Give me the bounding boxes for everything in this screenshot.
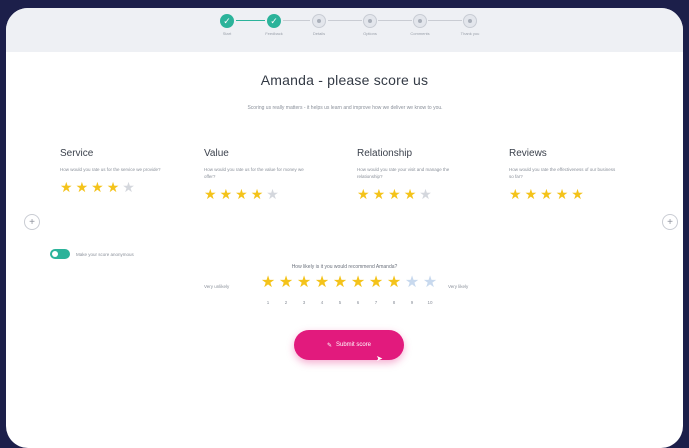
nps-star-icon[interactable]: ★ bbox=[314, 274, 330, 292]
nps-number: 2 bbox=[284, 300, 288, 305]
category-description: How would you rate your visit and manage… bbox=[357, 167, 450, 179]
category-service: Service How would you rate us for the se… bbox=[60, 148, 170, 194]
star-icon[interactable]: ★ bbox=[122, 180, 135, 194]
step-dot-icon bbox=[463, 14, 477, 28]
nps-star-icon[interactable]: ★ bbox=[404, 274, 420, 292]
star-icon[interactable]: ★ bbox=[91, 180, 104, 194]
progress-stepper: ✓ Start ✓ Feedback Details Options Comme… bbox=[6, 8, 683, 52]
nps-star-icon[interactable]: ★ bbox=[260, 274, 276, 292]
category-description: How would you rate us for the value for … bbox=[204, 167, 304, 179]
star-rating[interactable]: ★ ★ ★ ★ ★ bbox=[204, 187, 314, 201]
step-thank-you[interactable]: Thank you bbox=[440, 14, 500, 36]
nps-number: 1 bbox=[266, 300, 270, 305]
nps-star-icon[interactable]: ★ bbox=[296, 274, 312, 292]
category-description: How would you rate the effectiveness of … bbox=[509, 167, 616, 179]
star-icon[interactable]: ★ bbox=[107, 180, 120, 194]
category-title: Reviews bbox=[509, 148, 547, 159]
check-icon: ✓ bbox=[267, 14, 281, 28]
nps-number: 10 bbox=[427, 300, 433, 305]
submit-label: Submit score bbox=[336, 342, 372, 348]
nps-star-icon[interactable]: ★ bbox=[386, 274, 402, 292]
star-icon[interactable]: ★ bbox=[251, 187, 264, 201]
nps-low-label: Very unlikely bbox=[204, 284, 230, 289]
category-title: Relationship bbox=[357, 148, 413, 159]
step-dot-icon bbox=[413, 14, 427, 28]
star-icon[interactable]: ★ bbox=[540, 187, 553, 201]
pencil-icon: ✎ bbox=[326, 342, 332, 349]
nps-number: 7 bbox=[374, 300, 378, 305]
star-icon[interactable]: ★ bbox=[204, 187, 217, 201]
chevron-right-icon: + bbox=[667, 216, 673, 228]
star-icon[interactable]: ★ bbox=[60, 180, 73, 194]
nps-star-icon[interactable]: ★ bbox=[332, 274, 348, 292]
carousel-prev-button[interactable]: + bbox=[24, 214, 40, 230]
category-reviews: Reviews How would you rate the effective… bbox=[509, 148, 619, 201]
carousel-next-button[interactable]: + bbox=[662, 214, 678, 230]
nps-star-rating[interactable]: ★ ★ ★ ★ ★ ★ ★ ★ ★ ★ bbox=[260, 274, 438, 292]
nps-number: 3 bbox=[302, 300, 306, 305]
star-icon[interactable]: ★ bbox=[235, 187, 248, 201]
star-rating[interactable]: ★ ★ ★ ★ ★ bbox=[357, 187, 467, 201]
star-icon[interactable]: ★ bbox=[357, 187, 370, 201]
nps-question: How likely is it you would recommend Ama… bbox=[291, 264, 398, 270]
page-subtitle: Scoring us really matters - it helps us … bbox=[247, 105, 443, 111]
step-dot-icon bbox=[363, 14, 377, 28]
anonymous-toggle[interactable] bbox=[50, 249, 70, 259]
nps-number: 8 bbox=[392, 300, 396, 305]
mouse-cursor-icon: ➤ bbox=[376, 354, 383, 363]
nps-number: 6 bbox=[356, 300, 360, 305]
anonymous-toggle-row: Make your score anonymous bbox=[50, 249, 134, 259]
star-icon[interactable]: ★ bbox=[525, 187, 538, 201]
submit-score-button[interactable]: ✎ Submit score bbox=[294, 330, 404, 360]
star-icon[interactable]: ★ bbox=[388, 187, 401, 201]
nps-scale-numbers: 1 2 3 4 5 6 7 8 9 10 bbox=[260, 300, 438, 305]
star-icon[interactable]: ★ bbox=[509, 187, 522, 201]
star-icon[interactable]: ★ bbox=[571, 187, 584, 201]
star-rating[interactable]: ★ ★ ★ ★ ★ bbox=[509, 187, 619, 201]
step-label: Thank you bbox=[460, 31, 480, 36]
star-icon[interactable]: ★ bbox=[404, 187, 417, 201]
step-dot-icon bbox=[312, 14, 326, 28]
star-icon[interactable]: ★ bbox=[419, 187, 432, 201]
nps-number: 9 bbox=[410, 300, 414, 305]
nps-star-icon[interactable]: ★ bbox=[350, 274, 366, 292]
star-rating[interactable]: ★ ★ ★ ★ ★ bbox=[60, 180, 170, 194]
check-icon: ✓ bbox=[220, 14, 234, 28]
nps-number: 4 bbox=[320, 300, 324, 305]
star-icon[interactable]: ★ bbox=[556, 187, 569, 201]
nps-number: 5 bbox=[338, 300, 342, 305]
anonymous-toggle-label: Make your score anonymous bbox=[76, 251, 134, 257]
star-icon[interactable]: ★ bbox=[220, 187, 233, 201]
chevron-left-icon: + bbox=[29, 216, 35, 228]
star-icon[interactable]: ★ bbox=[373, 187, 386, 201]
category-description: How would you rate us for the service we… bbox=[60, 167, 161, 172]
page-title: Amanda - please score us bbox=[260, 72, 429, 88]
toggle-knob bbox=[52, 251, 58, 257]
nps-star-icon[interactable]: ★ bbox=[278, 274, 294, 292]
nps-star-icon[interactable]: ★ bbox=[422, 274, 438, 292]
category-relationship: Relationship How would you rate your vis… bbox=[357, 148, 467, 201]
star-icon[interactable]: ★ bbox=[76, 180, 89, 194]
nps-high-label: Very likely bbox=[448, 284, 469, 289]
nps-star-icon[interactable]: ★ bbox=[368, 274, 384, 292]
category-value: Value How would you rate us for the valu… bbox=[204, 148, 314, 201]
star-icon[interactable]: ★ bbox=[266, 187, 279, 201]
survey-card: ✓ Start ✓ Feedback Details Options Comme… bbox=[6, 8, 683, 448]
category-title: Service bbox=[60, 148, 94, 159]
category-title: Value bbox=[204, 148, 229, 159]
